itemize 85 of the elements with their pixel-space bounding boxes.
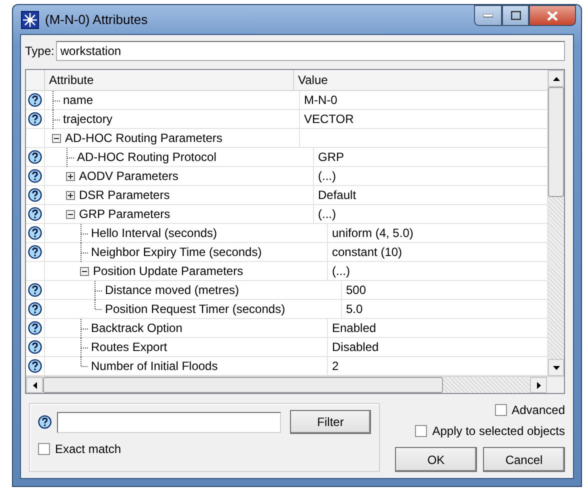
help-icon[interactable]: [28, 226, 42, 240]
column-header[interactable]: Value: [294, 70, 547, 90]
checkbox-label: Advanced: [512, 403, 565, 417]
expand-icon[interactable]: [66, 190, 75, 200]
attribute-name: Position Request Timer (seconds): [105, 302, 286, 316]
attribute-name: Distance moved (metres): [105, 283, 240, 297]
checkbox[interactable]: [415, 425, 428, 437]
collapse-icon[interactable]: [80, 266, 89, 276]
attribute-name: Backtrack Option: [91, 321, 182, 335]
vertical-scrollbar[interactable]: [547, 70, 564, 376]
checkbox[interactable]: [38, 443, 50, 455]
minimize-icon: [483, 14, 493, 18]
up-arrow-icon[interactable]: [552, 76, 560, 80]
attribute-value[interactable]: Disabled: [332, 340, 379, 354]
maximize-icon: [510, 11, 520, 20]
help-icon[interactable]: [28, 150, 42, 164]
type-label: Type:: [25, 44, 54, 58]
help-icon[interactable]: [28, 321, 42, 335]
attribute-name: Position Update Parameters: [93, 264, 244, 278]
attribute-value[interactable]: 500: [346, 283, 366, 297]
attribute-value[interactable]: constant (10): [332, 245, 402, 259]
tree-line: [79, 224, 89, 242]
attribute-value[interactable]: 5.0: [346, 302, 363, 316]
attribute-name: Routes Export: [91, 340, 168, 354]
attribute-name: GRP Parameters: [79, 207, 170, 221]
checkbox-label: Exact match: [55, 442, 122, 456]
attribute-value[interactable]: uniform (4, 5.0): [332, 226, 414, 240]
attribute-value[interactable]: VECTOR: [304, 112, 354, 126]
type-field[interactable]: workstation: [56, 41, 565, 61]
help-icon[interactable]: [28, 188, 42, 202]
attribute-name: AD-HOC Routing Protocol: [77, 150, 216, 164]
attribute-value[interactable]: GRP: [318, 150, 344, 164]
dialog-button[interactable]: Cancel: [483, 447, 565, 472]
checkbox-label: Apply to selected objects: [432, 424, 565, 438]
attribute-value[interactable]: Default: [318, 188, 356, 202]
help-icon[interactable]: [28, 207, 42, 221]
attribute-value[interactable]: Enabled: [332, 321, 376, 335]
help-icon[interactable]: [28, 112, 42, 126]
attribute-name: Neighbor Expiry Time (seconds): [91, 245, 262, 259]
tree-line: [79, 318, 89, 338]
help-icon[interactable]: [28, 340, 42, 354]
attribute-value[interactable]: M-N-0: [304, 93, 338, 107]
tree-line: [51, 90, 61, 110]
left-arrow-icon[interactable]: [32, 382, 36, 388]
attribute-value[interactable]: (...): [318, 169, 336, 183]
maximize-button[interactable]: [502, 5, 529, 26]
column-header[interactable]: Attribute: [45, 70, 294, 90]
scrollbar-corner: [547, 377, 564, 393]
attribute-name: AODV Parameters: [79, 169, 178, 183]
collapse-icon[interactable]: [52, 134, 61, 142]
help-icon[interactable]: [28, 302, 42, 316]
right-arrow-icon[interactable]: [536, 382, 540, 388]
attribute-value[interactable]: (...): [332, 264, 350, 278]
scrollbar-thumb[interactable]: [43, 377, 443, 393]
expand-icon[interactable]: [66, 172, 75, 180]
close-icon: [547, 10, 558, 20]
help-icon[interactable]: [28, 359, 42, 373]
down-arrow-icon[interactable]: [552, 366, 560, 370]
tree-line: [51, 110, 61, 128]
attribute-name: name: [63, 93, 94, 107]
close-button[interactable]: [529, 5, 576, 26]
collapse-icon[interactable]: [66, 210, 75, 218]
filter-button[interactable]: Filter: [290, 410, 372, 434]
help-icon[interactable]: [28, 283, 42, 297]
horizontal-scrollbar[interactable]: [26, 376, 564, 393]
dialog-button[interactable]: OK: [395, 447, 477, 472]
attribute-name: AD-HOC Routing Parameters: [65, 131, 222, 145]
tree-line: [79, 242, 89, 262]
help-icon[interactable]: [28, 169, 42, 183]
minimize-button[interactable]: [474, 5, 502, 26]
attribute-value[interactable]: (...): [318, 207, 336, 221]
attribute-name: Hello Interval (seconds): [91, 226, 218, 240]
attribute-name: Number of Initial Floods: [91, 359, 218, 373]
star-icon: [21, 10, 39, 28]
filter-field[interactable]: [56, 412, 282, 432]
help-icon[interactable]: [28, 245, 42, 259]
window-title: (M-N-0) Attributes: [45, 12, 149, 27]
tree-line: [65, 148, 75, 166]
help-icon[interactable]: [38, 415, 52, 429]
checkbox[interactable]: [494, 404, 507, 416]
help-icon[interactable]: [28, 93, 42, 107]
attribute-value[interactable]: 2: [332, 359, 339, 373]
scrollbar-thumb[interactable]: [548, 87, 564, 197]
attribute-name: DSR Parameters: [79, 188, 170, 202]
attribute-name: trajectory: [63, 112, 112, 126]
